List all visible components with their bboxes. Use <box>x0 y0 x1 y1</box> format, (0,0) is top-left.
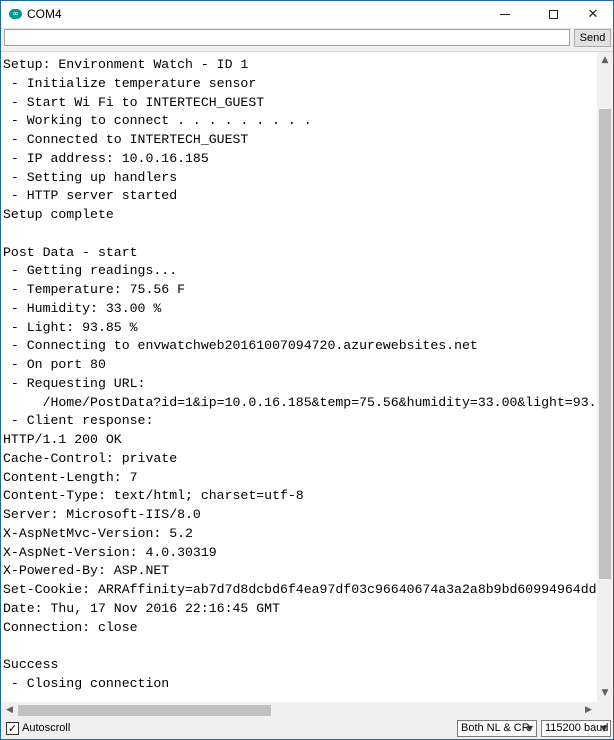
vertical-scroll-thumb[interactable] <box>599 109 611 579</box>
scroll-right-icon[interactable]: ▶ <box>580 702 597 719</box>
console-line: HTTP/1.1 200 OK <box>3 432 122 447</box>
autoscroll-label: Autoscroll <box>22 722 71 734</box>
console-line: Post Data - start <box>3 244 138 260</box>
console-line: - Temperature: 75.56 F <box>3 282 186 297</box>
minimize-icon <box>500 14 510 15</box>
console-line: - Client response: <box>3 413 154 429</box>
console-line: /Home/PostData?id=1&ip=10.0.16.185&temp=… <box>3 394 597 410</box>
console-line: Setup: Environment Watch - ID 1 <box>3 57 249 72</box>
console-line: - Getting readings... <box>3 263 178 279</box>
send-input[interactable] <box>4 29 570 46</box>
horizontal-scrollbar[interactable]: ◀ ▶ <box>1 702 597 719</box>
console-line: X-AspNetMvc-Version: 5.2 <box>3 525 193 541</box>
console-line: - Start Wi Fi to INTERTECH_GUEST <box>3 94 265 110</box>
console-line: - IP address: 10.0.16.185 <box>3 150 209 166</box>
autoscroll-checkbox[interactable]: ✓ <box>6 722 19 735</box>
console-line: Set-Cookie: ARRAffinity=ab7d7d8dcbd6f4ea… <box>3 582 597 597</box>
title-bar: ∞ COM4 ✕ <box>1 1 613 29</box>
vertical-scrollbar[interactable]: ▲ ▼ <box>597 52 613 702</box>
send-button[interactable]: Send <box>574 29 611 47</box>
serial-output-panel: Setup: Environment Watch - ID 1 - Initia… <box>1 51 613 720</box>
scroll-up-icon[interactable]: ▲ <box>597 52 613 69</box>
console-line: Setup complete <box>3 207 114 222</box>
serial-monitor-window: ∞ COM4 ✕ Send Setup: Environment Watch -… <box>0 0 614 740</box>
console-line: Connection: close <box>3 619 138 635</box>
console-line: - Initialize temperature sensor <box>3 75 257 91</box>
chevron-down-icon: ▼ <box>600 724 607 733</box>
console-line: - Working to connect . . . . . . . . . <box>3 113 312 129</box>
line-ending-value: Both NL & CR <box>461 722 530 734</box>
console-line: Date: Thu, 17 Nov 2016 22:16:45 GMT <box>3 600 280 616</box>
baud-rate-select[interactable]: 115200 baud ▼ <box>541 720 611 737</box>
console-line: - Closing connection <box>3 675 170 691</box>
console-line: X-Powered-By: ASP.NET <box>3 563 170 579</box>
console-line: - Requesting URL: <box>3 375 146 391</box>
console-line: - Humidity: 33.00 % <box>3 300 162 316</box>
line-ending-select[interactable]: Both NL & CR ▼ <box>457 720 537 737</box>
console-line: - HTTP server started <box>3 188 178 204</box>
close-icon: ✕ <box>587 7 599 22</box>
console-line: - Connected to INTERTECH_GUEST <box>3 132 249 147</box>
console-line: Content-Type: text/html; charset=utf-8 <box>3 488 304 504</box>
horizontal-scroll-thumb[interactable] <box>18 705 271 716</box>
baud-rate-value: 115200 baud <box>545 722 609 734</box>
scroll-down-icon[interactable]: ▼ <box>597 685 613 702</box>
minimize-button[interactable] <box>483 1 527 28</box>
window-title: COM4 <box>27 7 62 21</box>
console-line: Server: Microsoft-IIS/8.0 <box>3 507 201 522</box>
checkmark-icon: ✓ <box>7 722 18 735</box>
status-bar: ✓ Autoscroll Both NL & CR ▼ 115200 baud … <box>1 719 613 739</box>
console-line: X-AspNet-Version: 4.0.30319 <box>3 544 217 560</box>
console-line: - Connecting to envwatchweb2016100709472… <box>3 338 478 354</box>
console-line: Content-Length: 7 <box>3 469 138 485</box>
maximize-icon <box>548 10 558 19</box>
send-row: Send <box>1 29 613 49</box>
maximize-button[interactable] <box>531 1 575 28</box>
scrollbar-corner <box>597 702 613 719</box>
serial-output-text: Setup: Environment Watch - ID 1 - Initia… <box>3 56 597 701</box>
chevron-down-icon: ▼ <box>526 724 533 733</box>
arduino-infinity-icon: ∞ <box>9 9 22 19</box>
console-line: - Light: 93.85 % <box>3 319 138 335</box>
console-line: Success <box>3 657 59 672</box>
console-line: - On port 80 <box>3 357 106 372</box>
console-line: Cache-Control: private <box>3 450 178 466</box>
close-button[interactable]: ✕ <box>571 1 614 28</box>
scroll-left-icon[interactable]: ◀ <box>1 702 18 719</box>
console-line: - Setting up handlers <box>3 169 178 185</box>
